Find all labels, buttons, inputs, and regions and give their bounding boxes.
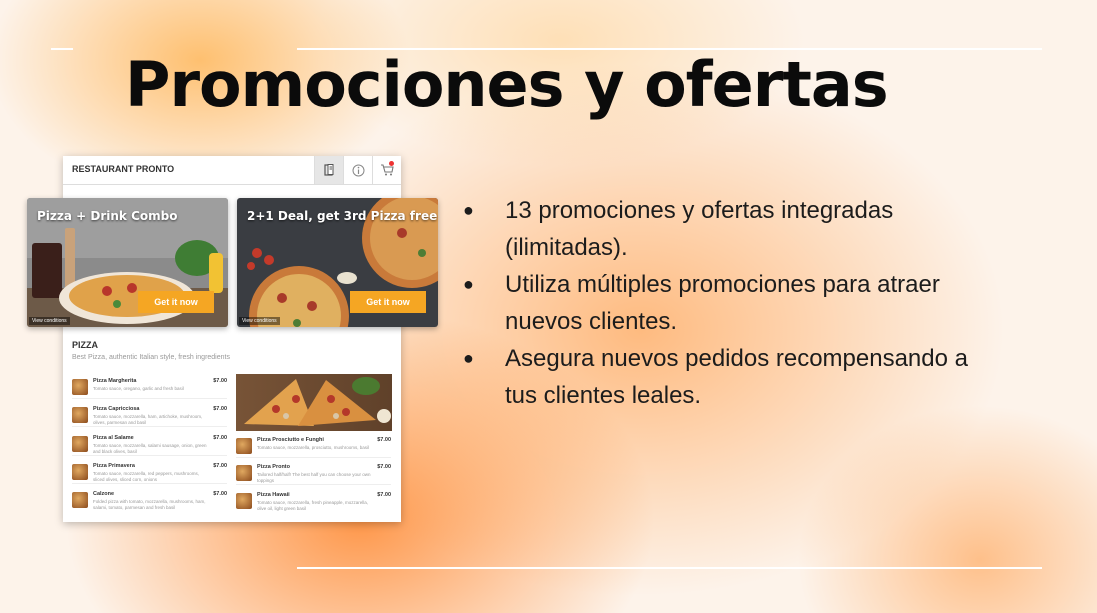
section-title: PIZZA [72,340,98,350]
item-name: Pizza Primavera [93,463,135,469]
item-name: Pizza Hawaii [257,492,290,498]
item-price: $7.00 [213,463,227,469]
pizza-thumb [72,407,88,423]
item-description: Tailored half/half! The best half you ca… [257,472,371,483]
item-description: Tomato sauce, mozzarella, salami sausage… [93,443,207,454]
promo-card-deal[interactable]: 2+1 Deal, get 3rd Pizza free Get it now … [237,198,438,327]
app-header: RESTAURANT PRONTO [63,156,401,185]
bullet-item: ● Utiliza múltiples promociones para atra… [455,266,975,340]
menu-item[interactable]: Pizza Capricciosa Tomato sauce, mozzarel… [72,404,227,427]
pizza-thumb [236,438,252,454]
feature-bullets: ● 13 promociones y ofertas integradas (il… [455,192,975,414]
top-left-rule [51,48,73,50]
item-name: Calzone [93,491,115,497]
menu-item[interactable]: Pizza Primavera Tomato sauce, mozzarella… [72,461,227,484]
menu-item[interactable]: Pizza Margherita Tomato sauce, oregano, … [72,376,227,399]
item-price: $7.00 [213,491,227,497]
item-name: Pizza Prosciutto e Funghi [257,437,324,443]
item-description: Tomato sauce, mozzarella, red peppers, m… [93,471,200,482]
pizza-thumb [236,493,252,509]
menu-item[interactable]: Calzone Folded pizza with tomato, mozzar… [72,489,227,511]
menu-item[interactable]: Pizza Hawaii Tomato sauce, mozzarella, f… [236,490,391,512]
restaurant-brand: RESTAURANT PRONTO [72,164,175,174]
get-it-now-button[interactable]: Get it now [138,291,214,313]
pizza-thumb [72,436,88,452]
pizza-thumb [72,379,88,395]
get-it-now-button[interactable]: Get it now [350,291,426,313]
pizza-thumb [72,492,88,508]
pizza-thumb [236,465,252,481]
item-price: $7.00 [213,406,227,412]
view-conditions-link[interactable]: View conditions [29,317,70,325]
menu-item[interactable]: Pizza al Salame Tomato sauce, mozzarella… [72,433,227,456]
cart-badge [389,161,394,166]
item-name: Pizza Pronto [257,464,291,470]
section-subtitle: Best Pizza, authentic Italian style, fre… [72,354,230,361]
pizza-feature-photo [236,374,392,431]
bullet-item: ● Asegura nuevos pedidos recompensando a … [455,340,975,414]
restaurant-app-screenshot: RESTAURANT PRONTO Pizza + Drink Combo Ge… [27,156,438,522]
promo-title: 2+1 Deal, get 3rd Pizza free [247,209,438,223]
slide-title: Promociones y ofertas [125,48,889,121]
bullet-dot: ● [463,200,474,220]
bullet-item: ● 13 promociones y ofertas integradas (il… [455,192,975,266]
menu-item[interactable]: Pizza Pronto Tailored half/half! The bes… [236,462,391,485]
bullet-text: 13 promociones y ofertas integradas (ili… [505,197,894,261]
item-description: Tomato sauce, mozzarella, fresh pineappl… [257,500,369,511]
item-price: $7.00 [377,492,391,498]
menu-book-icon[interactable] [314,156,343,184]
pizza-thumb [72,464,88,480]
item-name: Pizza Capricciosa [93,406,140,412]
cart-icon[interactable] [372,156,401,184]
item-name: Pizza al Salame [93,435,134,441]
item-price: $7.00 [377,464,391,470]
menu-item[interactable]: Pizza Prosciutto e Funghi Tomato sauce, … [236,435,391,458]
view-conditions-link[interactable]: View conditions [239,317,280,325]
item-description: Folded pizza with tomato, mozzarella, mu… [93,499,206,510]
promo-title: Pizza + Drink Combo [37,209,178,223]
bullet-text: Asegura nuevos pedidos recompensando a t… [505,345,968,409]
header-icons [314,156,401,184]
item-price: $7.00 [213,378,227,384]
item-description: Tomato sauce, mozzarella, ham, artichoke… [93,414,203,425]
promo-card-combo[interactable]: Pizza + Drink Combo Get it now View cond… [27,198,228,327]
bullet-dot: ● [463,274,474,294]
item-price: $7.00 [213,435,227,441]
info-icon[interactable] [343,156,372,184]
bottom-rule [297,567,1042,569]
item-price: $7.00 [377,437,391,443]
item-description: Tomato sauce, oregano, garlic and fresh … [93,386,184,391]
bullet-text: Utiliza múltiples promociones para atrae… [505,271,940,335]
item-name: Pizza Margherita [93,378,137,384]
item-description: Tomato sauce, mozzarella, prosciutto, mu… [257,445,370,450]
bullet-dot: ● [463,348,474,368]
